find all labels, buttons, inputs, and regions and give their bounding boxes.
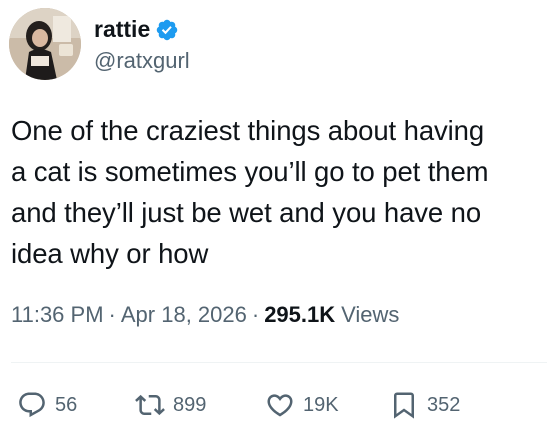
bookmark-count: 352: [427, 393, 461, 416]
views-count[interactable]: 295.1K: [264, 302, 335, 328]
bookmark-button[interactable]: 352: [389, 385, 460, 425]
display-name-row: rattie: [94, 15, 190, 45]
like-button[interactable]: 19K: [265, 385, 339, 425]
reply-button[interactable]: 56: [17, 385, 77, 425]
meta-separator: ·: [251, 302, 260, 327]
avatar-photo: [9, 8, 81, 80]
reply-count: 56: [55, 393, 78, 416]
meta-separator: ·: [108, 302, 116, 327]
tweet-text: One of the craziest things about having …: [11, 110, 547, 274]
tweet-text-line: idea why or how: [11, 238, 209, 269]
heart-icon: [267, 394, 293, 417]
author-names: rattie @ratxgurl: [94, 15, 190, 74]
reply-icon: [19, 392, 45, 418]
tweet-time[interactable]: 11:36 PM: [11, 302, 104, 328]
action-bar: 56 899 19K 352: [11, 385, 551, 425]
verified-badge-icon: [155, 18, 179, 42]
bookmark-icon: [394, 392, 414, 419]
views-label: Views: [341, 302, 400, 327]
tweet-text-line: One of the craziest things about having: [11, 115, 485, 146]
display-name[interactable]: rattie: [94, 16, 150, 43]
avatar[interactable]: [9, 8, 81, 80]
tweet-header: rattie @ratxgurl: [9, 8, 190, 80]
divider: [11, 362, 547, 363]
handle[interactable]: @ratxgurl: [94, 48, 190, 74]
tweet-date[interactable]: Apr 18, 2026: [121, 302, 247, 328]
retweet-icon: [135, 394, 165, 416]
like-count: 19K: [303, 393, 339, 416]
retweet-button[interactable]: 899: [135, 385, 206, 425]
tweet-meta: 11:36 PM · Apr 18, 2026 · 295.1K Views: [11, 302, 399, 328]
retweet-count: 899: [173, 393, 207, 416]
tweet-text-line: and they’ll just be wet and you have no: [11, 197, 482, 228]
tweet-text-line: a cat is sometimes you’ll go to pet them: [11, 156, 489, 187]
